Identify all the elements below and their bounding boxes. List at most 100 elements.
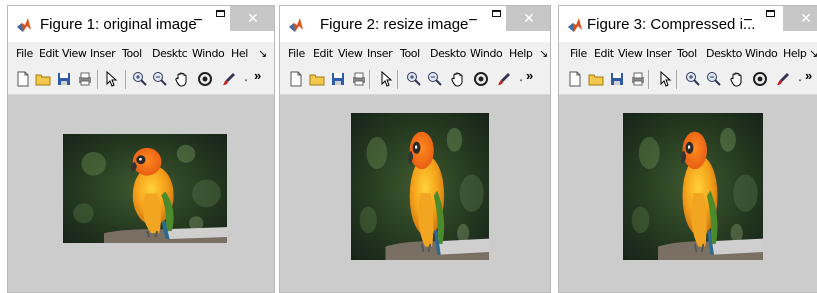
menu-bar: File Edit View Inser Tool Deskto Windo H… xyxy=(559,43,817,64)
menu-window[interactable]: Windo xyxy=(745,47,778,60)
save-icon[interactable] xyxy=(330,71,346,87)
brush-icon[interactable] xyxy=(775,71,791,87)
open-icon[interactable] xyxy=(35,71,51,87)
open-icon[interactable] xyxy=(309,71,325,87)
pan-icon[interactable] xyxy=(450,71,466,87)
menu-window[interactable]: Windo xyxy=(470,47,503,60)
menu-tools[interactable]: Tool xyxy=(677,47,697,60)
zoom-in-icon[interactable] xyxy=(685,71,701,87)
menu-help[interactable]: Hel xyxy=(231,47,248,60)
menu-desktop[interactable]: Desktc xyxy=(152,47,188,60)
menu-help[interactable]: Help xyxy=(783,47,807,60)
menu-file[interactable]: File xyxy=(16,47,33,60)
menu-window[interactable]: Windo xyxy=(192,47,225,60)
pointer-icon[interactable] xyxy=(657,71,673,87)
menu-file[interactable]: File xyxy=(288,47,305,60)
save-icon[interactable] xyxy=(56,71,72,87)
matlab-logo-icon xyxy=(17,18,31,32)
rotate-3d-icon[interactable] xyxy=(197,71,213,87)
pan-icon[interactable] xyxy=(174,71,190,87)
toolbar-separator xyxy=(125,70,126,89)
brush-icon[interactable] xyxy=(221,71,237,87)
menu-desktop[interactable]: Deskto xyxy=(430,47,466,60)
close-button[interactable]: ✕ xyxy=(783,6,817,31)
rotate-3d-icon[interactable] xyxy=(752,71,768,87)
title-bar[interactable]: Figure 3: Compressed i... − ✕ xyxy=(559,6,817,42)
maximize-button[interactable] xyxy=(492,10,501,17)
parrot-image xyxy=(351,113,489,260)
brush-icon[interactable] xyxy=(496,71,512,87)
figure-canvas xyxy=(8,95,274,292)
minimize-button[interactable]: − xyxy=(739,12,757,30)
menu-overflow-icon[interactable]: ↘ xyxy=(539,47,548,60)
close-button[interactable]: ✕ xyxy=(230,6,274,31)
toolbar-overflow-icon[interactable]: » xyxy=(254,68,261,83)
menu-tools[interactable]: Tool xyxy=(122,47,142,60)
menu-bar: File Edit View Inser Tool Desktc Windo H… xyxy=(8,43,274,64)
pan-icon[interactable] xyxy=(729,71,745,87)
matlab-logo-icon xyxy=(568,18,582,32)
toolbar-separator xyxy=(648,70,649,89)
toolbar-separator xyxy=(369,70,370,89)
menu-file[interactable]: File xyxy=(570,47,587,60)
new-figure-icon[interactable] xyxy=(288,71,304,87)
minimize-button[interactable]: − xyxy=(464,12,482,30)
menu-overflow-icon[interactable]: ↘ xyxy=(258,47,267,60)
dropdown-arrow-icon[interactable] xyxy=(241,71,251,87)
menu-view[interactable]: View xyxy=(62,47,87,60)
menu-insert[interactable]: Inser xyxy=(90,47,116,60)
close-button[interactable]: ✕ xyxy=(506,6,550,31)
parrot-image xyxy=(623,113,763,260)
menu-overflow-icon[interactable]: ↘ xyxy=(809,47,817,60)
figure-canvas xyxy=(280,95,550,292)
menu-tools[interactable]: Tool xyxy=(400,47,420,60)
menu-bar: File Edit View Inser Tool Deskto Windo H… xyxy=(280,43,550,64)
pointer-icon[interactable] xyxy=(103,71,119,87)
figure-window-2: Figure 2: resize image − ✕ File Edit Vie… xyxy=(279,5,551,293)
maximize-button[interactable] xyxy=(216,10,225,17)
figure-window-3: Figure 3: Compressed i... − ✕ File Edit … xyxy=(558,5,817,293)
save-icon[interactable] xyxy=(609,71,625,87)
toolbar-separator xyxy=(97,70,98,89)
menu-edit[interactable]: Edit xyxy=(594,47,614,60)
zoom-in-icon[interactable] xyxy=(132,71,148,87)
menu-insert[interactable]: Inser xyxy=(646,47,672,60)
toolbar-separator xyxy=(676,70,677,89)
figure-canvas xyxy=(559,95,817,292)
open-icon[interactable] xyxy=(588,71,604,87)
zoom-out-icon[interactable] xyxy=(427,71,443,87)
print-icon[interactable] xyxy=(77,71,93,87)
menu-view[interactable]: View xyxy=(618,47,643,60)
zoom-out-icon[interactable] xyxy=(152,71,168,87)
figure-toolbar: » xyxy=(280,64,550,95)
figure-window-1: Figure 1: original image − ✕ File Edit V… xyxy=(7,5,275,293)
zoom-out-icon[interactable] xyxy=(706,71,722,87)
dropdown-arrow-icon[interactable] xyxy=(795,71,805,87)
title-bar[interactable]: Figure 2: resize image − ✕ xyxy=(280,6,550,42)
matlab-logo-icon xyxy=(289,18,303,32)
title-bar[interactable]: Figure 1: original image − ✕ xyxy=(8,6,274,42)
minimize-button[interactable]: − xyxy=(189,12,207,30)
menu-help[interactable]: Help xyxy=(509,47,533,60)
menu-view[interactable]: View xyxy=(338,47,363,60)
dropdown-arrow-icon[interactable] xyxy=(516,71,526,87)
maximize-button[interactable] xyxy=(766,10,775,17)
menu-edit[interactable]: Edit xyxy=(313,47,333,60)
menu-edit[interactable]: Edit xyxy=(39,47,59,60)
rotate-3d-icon[interactable] xyxy=(473,71,489,87)
pointer-icon[interactable] xyxy=(378,71,394,87)
menu-desktop[interactable]: Deskto xyxy=(706,47,742,60)
window-title: Figure 3: Compressed i... xyxy=(587,16,756,33)
new-figure-icon[interactable] xyxy=(567,71,583,87)
print-icon[interactable] xyxy=(630,71,646,87)
parrot-image xyxy=(63,134,227,243)
toolbar-overflow-icon[interactable]: » xyxy=(805,68,812,83)
window-title: Figure 2: resize image xyxy=(320,16,469,33)
menu-insert[interactable]: Inser xyxy=(367,47,393,60)
window-title: Figure 1: original image xyxy=(40,16,197,33)
print-icon[interactable] xyxy=(351,71,367,87)
toolbar-overflow-icon[interactable]: » xyxy=(526,68,533,83)
new-figure-icon[interactable] xyxy=(15,71,31,87)
figure-toolbar: » xyxy=(8,64,274,95)
zoom-in-icon[interactable] xyxy=(406,71,422,87)
